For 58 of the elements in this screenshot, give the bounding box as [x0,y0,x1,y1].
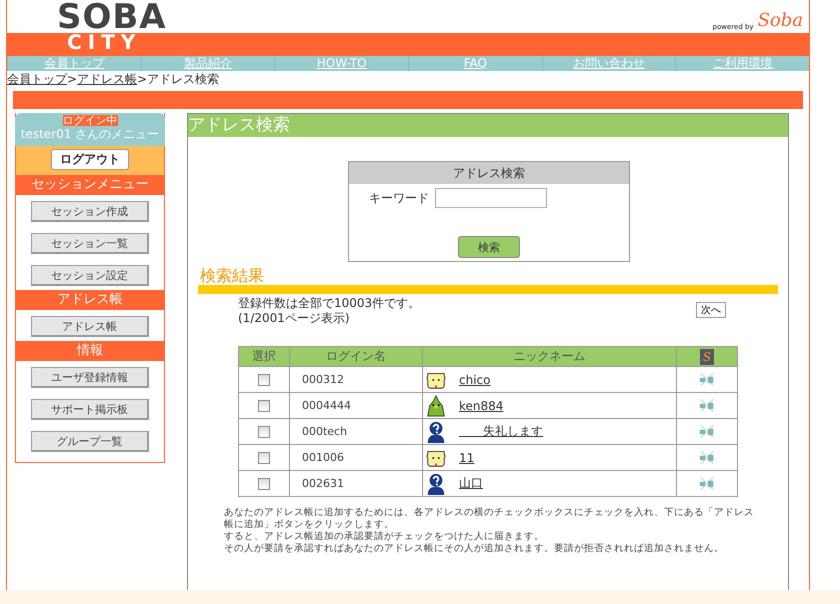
page-title: アドレス検索 [188,114,788,137]
section-title: アドレス帳 [16,290,164,310]
nickname-link[interactable]: 11 [459,450,474,464]
section-title: 情報 [16,341,164,361]
breadcrumb-link[interactable]: アドレス帳 [77,72,138,86]
column-header: 選択 [238,346,290,366]
search-button[interactable]: 検索 [458,236,520,258]
result-count: 登録件数は全部で10003件です。 [238,296,420,311]
nickname-link[interactable]: chico [459,372,490,386]
disconnected-plug-icon[interactable] [698,424,716,440]
keyword-input[interactable] [435,188,547,208]
help-text: その人が要請を承認すればあなたのアドレス帳にその人が追加されます。要請が拒否されれば追加されません。 [224,543,725,555]
page-info: (1/2001ページ表示) [238,311,351,326]
results-title: 検索結果 [200,267,265,285]
menu-button[interactable]: セッション一覧 [31,233,149,254]
disconnected-plug-icon[interactable] [698,398,716,414]
row-checkbox[interactable] [258,400,270,412]
column-header: S [700,348,714,364]
row-checkbox[interactable] [258,374,270,386]
row-checkbox[interactable] [258,452,270,464]
logout-button[interactable]: ログアウト [51,149,129,170]
menu-button[interactable]: セッション設定 [31,265,149,286]
menu-title: tester01 さんのメニュー [20,126,160,143]
soba-city-logo: SOBA CITY [57,0,167,52]
menu-button[interactable]: アドレス帳 [31,316,149,337]
disconnected-plug-icon[interactable] [698,450,716,466]
disconnected-plug-icon[interactable] [698,476,716,492]
bird-avatar-icon [425,394,447,416]
search-panel-title: アドレス検索 [349,162,629,184]
nickname-link[interactable]: 失礼します [459,423,543,440]
row-checkbox[interactable] [258,426,270,438]
column-header: ニックネーム [422,346,676,366]
keyword-label: キーワード [369,190,429,206]
breadcrumb-text: >アドレス検索 [137,72,220,86]
menu-button[interactable]: ユーザ登録情報 [31,367,149,388]
brand-logo: Soba [758,10,803,31]
login-cell: 002631 [290,470,422,496]
breadcrumb-text: > [67,72,78,86]
login-cell: 001006 [290,444,422,470]
nickname-link[interactable]: 山口 [459,475,483,492]
menu-button[interactable]: グループ一覧 [31,431,149,452]
breadcrumb-link[interactable]: 会員トップ [7,72,67,86]
login-status-badge: ログイン中 [62,115,118,126]
nickname-link[interactable]: ken884 [459,398,504,412]
next-button[interactable]: 次へ [696,302,726,318]
login-cell: 000tech [290,418,422,444]
menu-button[interactable]: サポート掲示板 [31,399,149,420]
disconnected-plug-icon[interactable] [698,372,716,388]
login-cell: 000312 [290,366,422,392]
section-title: セッションメニュー [16,175,164,195]
login-cell: 0004444 [290,392,422,418]
column-header: ログイン名 [290,346,422,366]
menu-button[interactable]: セッション作成 [31,201,149,222]
person-silhouette-icon [425,472,447,494]
row-checkbox[interactable] [258,478,270,490]
help-text: すると、アドレス帳追加の承認要請がチェックをつけた人に届きます。 [224,531,545,543]
help-text: あなたのアドレス帳に追加するためには、各アドレスの横のチェックボックスにチェックを入れ、下にある「アドレス帳に追加」ボタンをクリックします。 [224,507,755,531]
person-silhouette-icon [425,420,447,442]
